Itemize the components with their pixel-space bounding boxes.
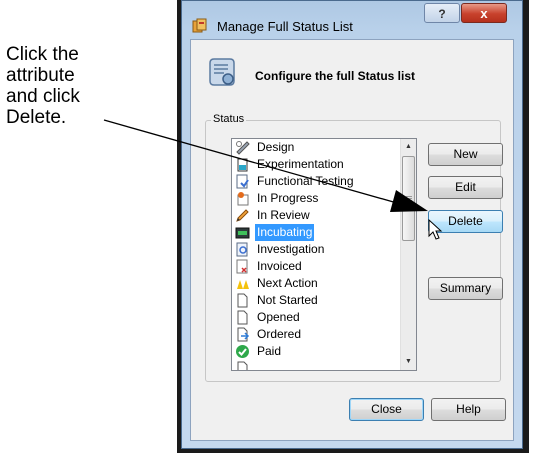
status-group-label: Status [211, 113, 247, 125]
mouse-pointer-icon [428, 219, 443, 240]
callout-arrow [103, 119, 428, 212]
